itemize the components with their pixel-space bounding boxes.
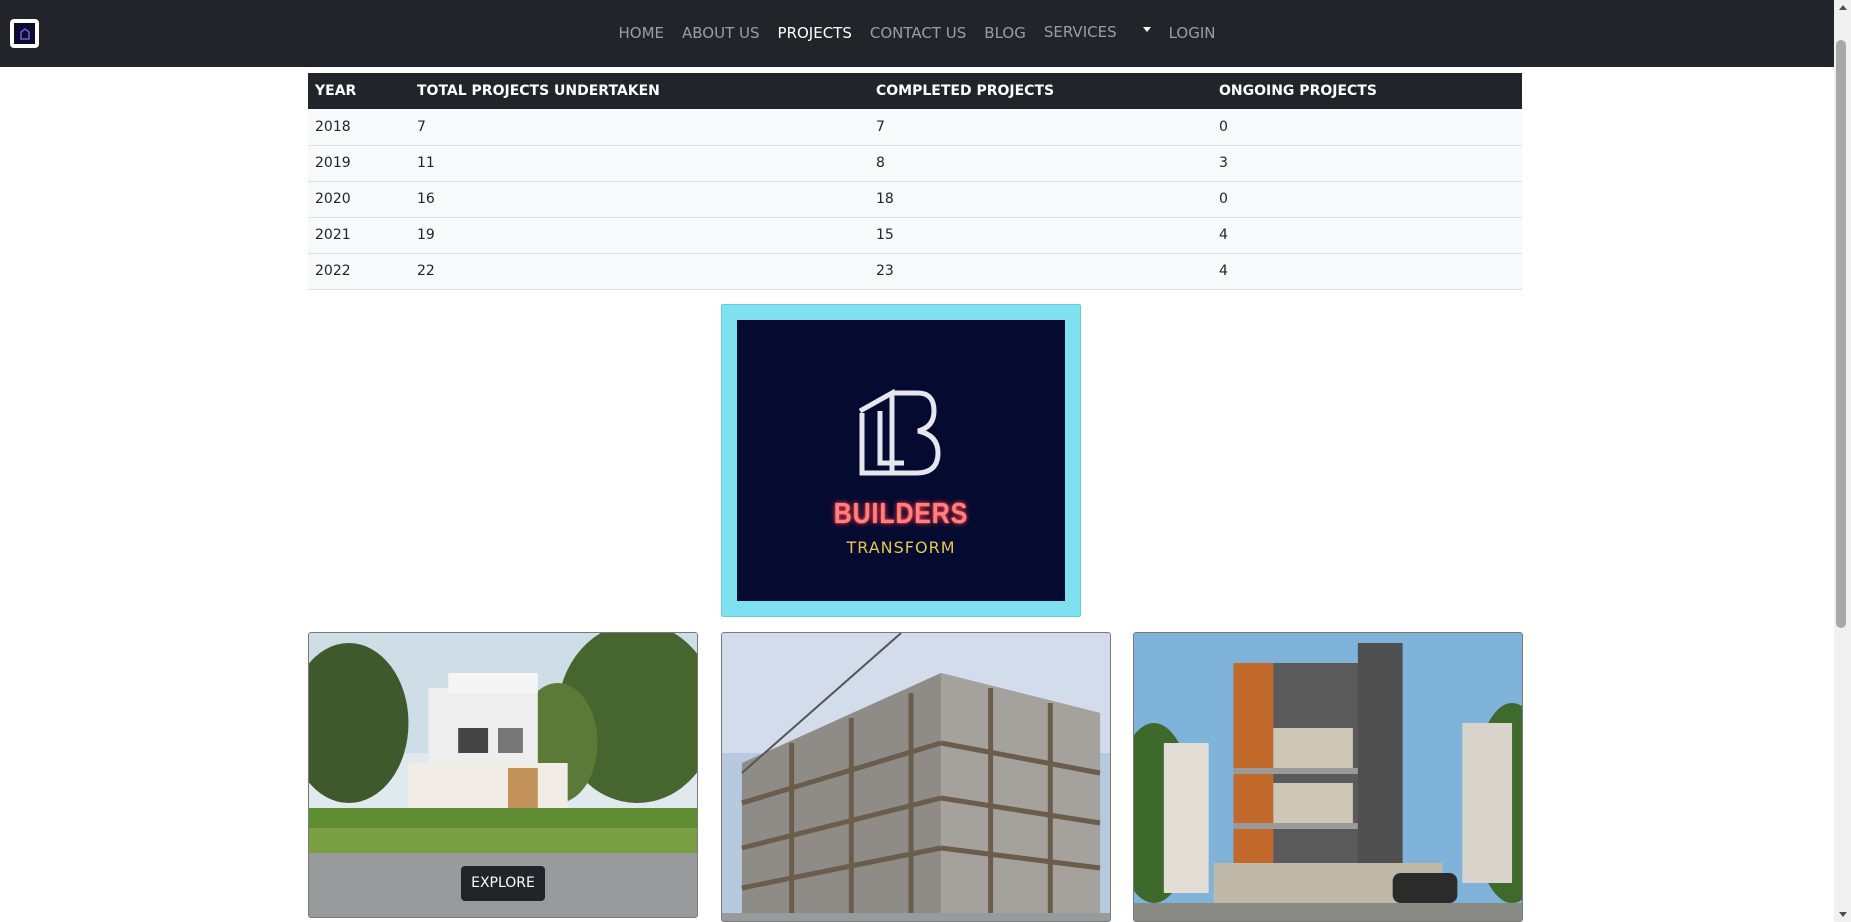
cell-completed: 23 [869,253,1212,290]
scroll-up-arrow-icon[interactable] [1839,5,1847,10]
cell-ongoing: 4 [1212,217,1522,254]
projects-table: YEAR TOTAL PROJECTS UNDERTAKEN COMPLETED… [308,73,1522,290]
nav-blog[interactable]: BLOG [984,26,1026,41]
cell-completed: 7 [869,109,1212,146]
table-row: 2022 22 23 4 [308,253,1522,290]
cell-total: 16 [410,181,869,218]
nav-about-us[interactable]: ABOUT US [682,26,760,41]
nav-home[interactable]: HOME [619,26,665,41]
scroll-down-arrow-icon[interactable] [1839,912,1847,917]
project-card: EXPLORE [308,632,698,918]
cell-ongoing: 0 [1212,181,1522,218]
table-row: 2018 7 7 0 [308,109,1522,146]
header-year: YEAR [308,73,410,109]
cell-total: 19 [410,217,869,254]
cell-year: 2019 [308,145,410,182]
cell-completed: 8 [869,145,1212,182]
cell-year: 2021 [308,217,410,254]
modern-villa-photo [1134,633,1522,921]
scrollbar-thumb[interactable] [1836,40,1846,628]
page-scrollbar[interactable] [1834,0,1851,922]
nav-menu: HOME ABOUT US PROJECTS CONTACT US BLOG S… [0,0,1834,67]
cell-total: 22 [410,253,869,290]
navbar: HOME ABOUT US PROJECTS CONTACT US BLOG S… [0,0,1834,67]
cell-total: 7 [410,109,869,146]
table-row: 2019 11 8 3 [308,145,1522,182]
building-under-construction-photo [722,633,1110,913]
table-row: 2020 16 18 0 [308,181,1522,218]
logo-subtitle: TRANSFORM [846,538,956,557]
company-logo: BUILDERS TRANSFORM [737,320,1065,601]
nav-contact-us[interactable]: CONTACT US [870,26,966,41]
services-dropdown[interactable]: SERVICES [1044,25,1151,41]
header-ongoing-projects: ONGOING PROJECTS [1212,73,1522,109]
logo-title: BUILDERS [833,498,969,530]
house-b-logo-icon [858,388,941,476]
modern-house-photo [309,633,697,853]
explore-button[interactable]: EXPLORE [461,866,545,901]
cell-year: 2020 [308,181,410,218]
cell-completed: 18 [869,181,1212,218]
nav-login[interactable]: LOGIN [1169,26,1216,41]
caret-down-icon[interactable] [1142,27,1151,32]
cell-ongoing: 0 [1212,109,1522,146]
cell-year: 2018 [308,109,410,146]
cell-total: 11 [410,145,869,182]
project-card [721,632,1111,922]
table-header-row: YEAR TOTAL PROJECTS UNDERTAKEN COMPLETED… [308,73,1522,109]
project-card [1133,632,1523,922]
table-row: 2021 19 15 4 [308,217,1522,254]
cell-ongoing: 3 [1212,145,1522,182]
cell-ongoing: 4 [1212,253,1522,290]
cell-year: 2022 [308,253,410,290]
company-logo-frame: BUILDERS TRANSFORM [721,304,1081,617]
nav-services[interactable]: SERVICES [1044,25,1117,40]
cell-completed: 15 [869,217,1212,254]
header-total-projects: TOTAL PROJECTS UNDERTAKEN [410,73,869,109]
header-completed-projects: COMPLETED PROJECTS [869,73,1212,109]
nav-projects[interactable]: PROJECTS [778,26,852,41]
